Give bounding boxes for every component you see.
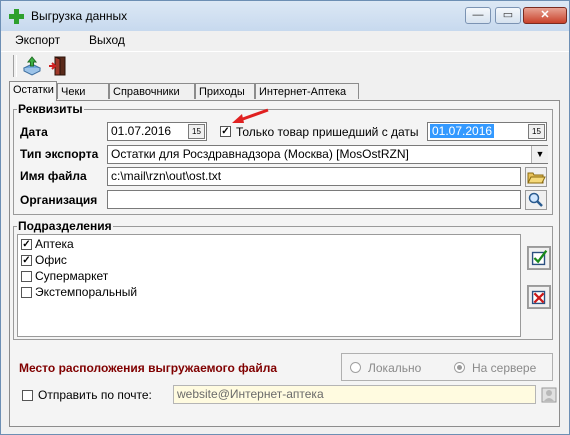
organization-field[interactable] xyxy=(107,190,521,209)
pharmacy-cross-icon xyxy=(9,9,24,24)
department-label: Офис xyxy=(35,253,67,267)
department-checkbox[interactable] xyxy=(21,287,32,298)
date-value: 01.07.2016 xyxy=(111,124,172,138)
tab-receipts[interactable]: Чеки xyxy=(57,83,109,99)
date-calendar-button[interactable]: 15 xyxy=(188,124,205,139)
department-label: Супермаркет xyxy=(35,269,109,283)
department-label: Аптека xyxy=(35,237,74,251)
red-arrow-icon xyxy=(232,108,269,123)
from-date-calendar-button[interactable]: 15 xyxy=(528,124,545,139)
chevron-down-icon[interactable]: ▼ xyxy=(531,146,548,163)
radio-server-label: На сервере xyxy=(472,361,537,375)
file-name-label: Имя файла xyxy=(20,169,87,183)
exit-door-icon[interactable] xyxy=(47,55,69,77)
location-radio-group: Локально На сервере xyxy=(341,353,553,381)
requisites-title: Реквизиты xyxy=(17,102,84,116)
address-book-icon[interactable] xyxy=(539,385,559,405)
tab-internet-pharmacy[interactable]: Интернет-Аптека xyxy=(255,83,359,99)
department-label: Экстемпоральный xyxy=(35,285,138,299)
open-folder-icon[interactable] xyxy=(525,167,547,187)
toolbar xyxy=(1,51,569,79)
export-icon[interactable] xyxy=(21,55,43,77)
close-button[interactable]: ✕ xyxy=(523,7,567,24)
menu-export[interactable]: Экспорт xyxy=(15,33,60,47)
export-type-select[interactable]: Остатки для Росздравнадзора (Москва) [Mo… xyxy=(107,145,548,164)
organization-label: Организация xyxy=(20,193,98,207)
export-type-label: Тип экспорта xyxy=(20,147,99,161)
departments-list: ✓ Аптека ✓ Офис Супермаркет Экстемпораль… xyxy=(17,234,521,337)
only-new-checkbox[interactable]: ✓ xyxy=(220,126,231,137)
from-date-value: 01.07.2016 xyxy=(430,124,495,138)
file-name-field[interactable]: c:\mail\rzn\out\ost.txt xyxy=(107,167,521,186)
menu-exit[interactable]: Выход xyxy=(89,33,125,47)
requisites-group: Реквизиты Дата 01.07.2016 15 ✓ Только то… xyxy=(13,102,553,215)
search-organization-icon[interactable] xyxy=(525,190,547,210)
radio-server[interactable] xyxy=(454,362,465,373)
departments-title: Подразделения xyxy=(17,219,113,233)
department-checkbox[interactable] xyxy=(21,271,32,282)
only-new-label: Только товар пришедший с даты xyxy=(236,125,419,139)
tab-references[interactable]: Справочники xyxy=(109,83,195,99)
deselect-all-button[interactable] xyxy=(527,285,551,309)
email-value: website@Интернет-аптека xyxy=(177,387,324,401)
department-checkbox[interactable]: ✓ xyxy=(21,255,32,266)
send-email-label: Отправить по почте: xyxy=(38,388,152,402)
menu-bar: Экспорт Выход xyxy=(1,31,569,50)
file-location-label: Место расположения выгружаемого файла xyxy=(19,361,278,375)
select-all-button[interactable] xyxy=(527,246,551,270)
radio-local[interactable] xyxy=(350,362,361,373)
department-checkbox[interactable]: ✓ xyxy=(21,239,32,250)
minimize-button[interactable]: — xyxy=(465,7,491,24)
email-field[interactable]: website@Интернет-аптека xyxy=(173,385,536,404)
tab-panel-stock: Реквизиты Дата 01.07.2016 15 ✓ Только то… xyxy=(9,100,560,427)
toolbar-grip xyxy=(13,55,17,77)
tab-arrivals[interactable]: Приходы xyxy=(195,83,255,99)
tab-stock[interactable]: Остатки xyxy=(9,81,57,101)
export-window: Выгрузка данных — ▭ ✕ Экспорт Выход Оста… xyxy=(0,0,570,435)
file-name-value: c:\mail\rzn\out\ost.txt xyxy=(111,169,222,183)
departments-group: Подразделения ✓ Аптека ✓ Офис Супермарке… xyxy=(13,219,553,340)
radio-local-label: Локально xyxy=(368,361,422,375)
title-bar: Выгрузка данных — ▭ ✕ xyxy=(1,1,569,31)
export-type-value: Остатки для Росздравнадзора (Москва) [Mo… xyxy=(111,147,409,161)
window-title: Выгрузка данных xyxy=(31,9,128,23)
date-label: Дата xyxy=(20,125,48,139)
send-email-checkbox[interactable] xyxy=(22,390,33,401)
maximize-button[interactable]: ▭ xyxy=(495,7,521,24)
